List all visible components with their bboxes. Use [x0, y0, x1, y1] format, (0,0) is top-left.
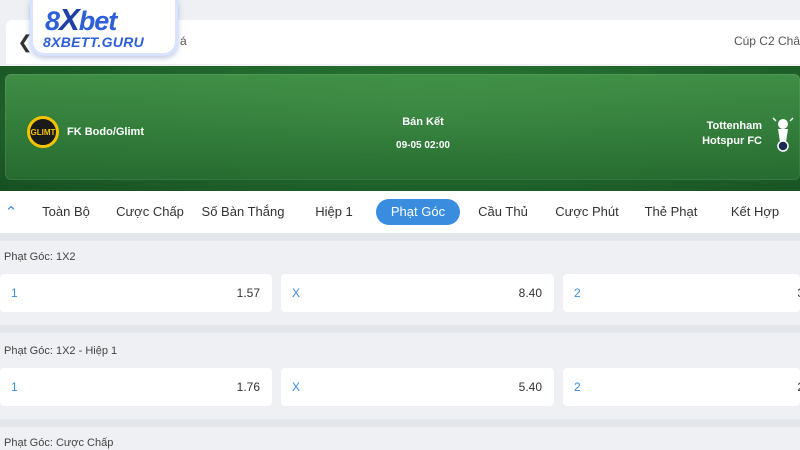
away-team-name: Tottenham Hotspur FC: [702, 120, 762, 147]
home-team: GLIMT FK Bodo/Glimt: [27, 116, 144, 148]
match-banner: GLIMT FK Bodo/Glimt Bán Kết 09-05 02:00 …: [0, 66, 800, 191]
market-title: Phạt Góc: 1X2 - Hiệp 1: [4, 345, 118, 357]
match-info: Bán Kết 09-05 02:00: [383, 116, 463, 151]
odds-away[interactable]: 2 2: [563, 368, 800, 406]
tab-so-ban-thang[interactable]: Số Bàn Thắng: [199, 199, 287, 225]
odds-price: 1.57: [236, 286, 260, 300]
odds-label: 1: [11, 380, 18, 394]
page-title-fragment: á: [180, 34, 187, 48]
odds-price: 8.40: [518, 286, 542, 300]
market-title: Phạt Góc: 1X2: [4, 251, 76, 263]
collapse-button[interactable]: ⌃: [2, 202, 20, 222]
odds-label: X: [292, 380, 301, 394]
divider: [0, 419, 800, 427]
odds-draw[interactable]: X 5.40: [281, 368, 554, 406]
odds-home[interactable]: 1 1.76: [0, 368, 272, 406]
odds-home[interactable]: 1 1.57: [0, 274, 272, 312]
divider: [0, 325, 800, 333]
match-round: Bán Kết: [402, 116, 444, 128]
league-name: Cúp C2 Châ: [733, 34, 800, 48]
odds-label: 2: [574, 380, 581, 394]
tab-ket-hop[interactable]: Kết Hợp: [724, 199, 786, 225]
away-team: Tottenham Hotspur FC: [702, 116, 796, 152]
odds-away[interactable]: 2 3: [563, 274, 800, 312]
match-card: GLIMT FK Bodo/Glimt Bán Kết 09-05 02:00 …: [5, 74, 800, 180]
tab-phat-goc[interactable]: Phạt Góc: [376, 199, 460, 225]
tab-the-phat[interactable]: Thẻ Phạt: [638, 199, 704, 225]
market-title: Phạt Góc: Cược Chấp: [4, 437, 114, 449]
odds-label: 2: [574, 286, 581, 300]
divider: [0, 233, 800, 241]
odds-price: 1.76: [236, 380, 260, 394]
tab-hiep-1[interactable]: Hiệp 1: [307, 199, 361, 225]
odds-price: 5.40: [518, 380, 542, 394]
tab-cuoc-phut[interactable]: Cược Phút: [550, 199, 624, 225]
tab-toan-bo[interactable]: Toàn Bộ: [36, 199, 96, 225]
brand-logo: 8Xbet 8XBETT.GURU: [30, 0, 178, 56]
odds-draw[interactable]: X 8.40: [281, 274, 554, 312]
odds-label: X: [292, 286, 301, 300]
market-tabs: ⌃ Toàn Bộ Cược Chấp Số Bàn Thắng Hiệp 1 …: [0, 191, 800, 233]
tottenham-crest-icon: [770, 116, 796, 152]
kickoff-time: 09-05 02:00: [396, 140, 450, 151]
brand-wordmark: 8Xbet: [45, 2, 117, 37]
bodo-glimt-crest-icon: GLIMT: [27, 116, 59, 148]
brand-domain: 8XBETT.GURU: [43, 34, 145, 50]
odds-label: 1: [11, 286, 18, 300]
double-chevron-up-icon: ⌃: [4, 204, 18, 221]
tab-cuoc-chap[interactable]: Cược Chấp: [111, 199, 189, 225]
tab-cau-thu[interactable]: Cầu Thủ: [472, 199, 534, 225]
home-team-name: FK Bodo/Glimt: [67, 126, 144, 138]
